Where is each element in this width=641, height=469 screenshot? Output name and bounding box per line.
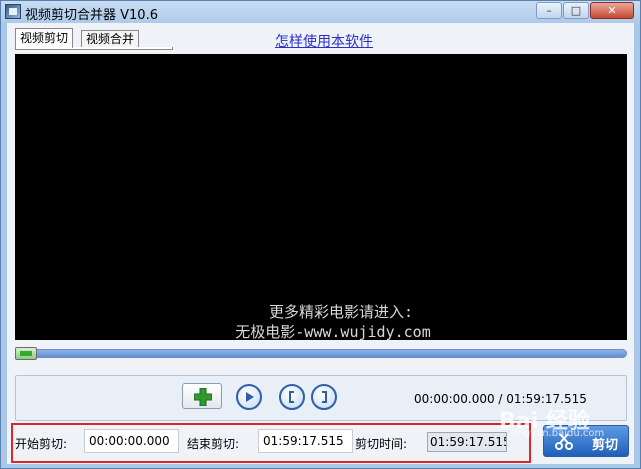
help-link[interactable]: 怎样使用本软件 (275, 31, 373, 51)
progress-slider[interactable] (15, 347, 627, 360)
play-icon (246, 392, 254, 402)
video-watermark-line2: 无极电影-www.wujidy.com (235, 323, 431, 341)
scissors-icon (555, 433, 573, 450)
maximize-button[interactable]: □ (563, 2, 589, 19)
duration-value: 01:59:17.515 (427, 432, 507, 452)
app-icon (5, 4, 21, 19)
time-display: 00:00:00.000 / 01:59:17.515 (414, 392, 587, 406)
app-window: 视频剪切合并器 V10.6 – □ ✕ 视频合并 视频剪切 怎样使用本软件 更多… (0, 0, 641, 469)
slider-thumb[interactable] (15, 347, 37, 360)
video-watermark-line1: 更多精彩电影请进入: (268, 303, 414, 321)
mark-out-icon (322, 391, 327, 403)
mark-out-button[interactable] (311, 384, 337, 410)
cut-button[interactable]: 剪切 (543, 425, 629, 457)
add-icon (194, 388, 212, 406)
tab-video-merge[interactable]: 视频合并 (81, 30, 140, 47)
end-cut-label: 结束剪切: (187, 437, 240, 451)
duration-label: 剪切时间: (355, 437, 408, 451)
video-preview[interactable]: 更多精彩电影请进入: 无极电影-www.wujidy.com (15, 54, 627, 341)
client-area: 视频合并 视频剪切 怎样使用本软件 更多精彩电影请进入: 无极电影-www.wu… (7, 23, 634, 464)
add-button[interactable] (182, 383, 222, 409)
mark-in-button[interactable] (279, 384, 305, 410)
window-title: 视频剪切合并器 V10.6 (25, 8, 158, 23)
mark-in-icon (289, 391, 294, 403)
title-bar[interactable]: 视频剪切合并器 V10.6 – □ ✕ (1, 1, 640, 23)
start-time-input[interactable] (84, 429, 179, 453)
controls-panel: 00:00:00.000 / 01:59:17.515 (15, 375, 627, 421)
cut-button-label: 剪切 (592, 438, 619, 453)
close-button[interactable]: ✕ (590, 2, 634, 19)
end-time-input[interactable] (258, 429, 353, 453)
tab-video-cut[interactable]: 视频剪切 (15, 28, 74, 48)
start-cut-label: 开始剪切: (15, 437, 68, 451)
play-button[interactable] (236, 384, 262, 410)
minimize-button[interactable]: – (536, 2, 562, 19)
